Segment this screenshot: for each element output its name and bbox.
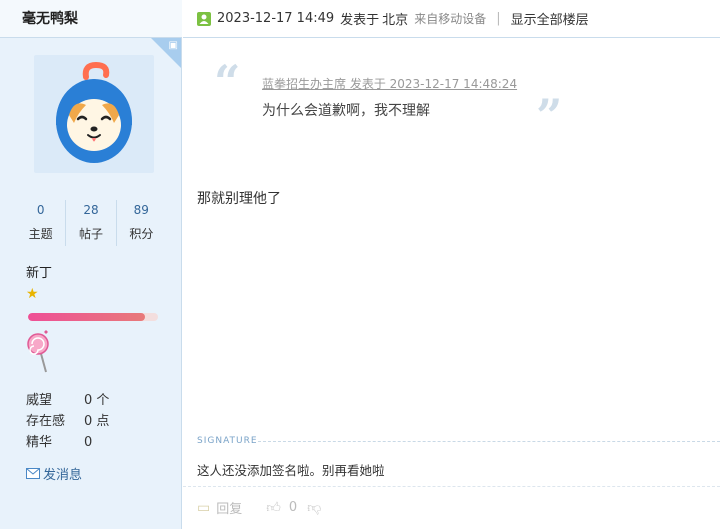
level-progress-bar: [28, 313, 158, 321]
post-content: 那就别理他了: [197, 191, 281, 207]
stat-threads[interactable]: 0 主题: [16, 200, 67, 246]
post-header: 2023-12-17 14:49 发表于 北京 来自移动设备 | 显示全部楼层: [183, 0, 720, 38]
post-date: 2023-12-17 14:49: [217, 11, 335, 26]
send-message-link[interactable]: 发消息: [26, 464, 82, 483]
prop-prestige: 威望 0 个: [26, 390, 109, 411]
user-rank[interactable]: 新丁: [26, 262, 52, 281]
prop-value: 0: [84, 435, 93, 450]
android-icon: ▣: [168, 40, 178, 51]
like-count: 0: [288, 500, 298, 515]
stat-value[interactable]: 89: [117, 200, 166, 220]
avatar[interactable]: [34, 55, 154, 173]
lollipop-medal-icon[interactable]: [26, 330, 52, 378]
online-status-icon: [197, 11, 211, 26]
author-sidebar: 毫无鸭梨 ▣ 0 主题 28 帖子 89 积分 新丁 ★ 威望 0 个 存在感 …: [0, 0, 182, 529]
level-progress-fill: [28, 313, 145, 321]
stat-value[interactable]: 28: [66, 200, 115, 220]
thumbs-down-icon[interactable]: 👎︎: [307, 499, 321, 516]
quote-close-icon: ”: [536, 89, 563, 143]
quote-source-link[interactable]: 蓝拳招生办主席 发表于 2023-12-17 14:48:24: [262, 75, 517, 92]
star-icon: ★: [26, 286, 39, 302]
author-stats: 0 主题 28 帖子 89 积分: [16, 200, 166, 246]
show-all-floors-link[interactable]: 显示全部楼层: [511, 9, 589, 28]
header-separator: |: [496, 11, 501, 26]
quote-text: 为什么会道歉啊，我不理解: [262, 103, 430, 119]
prop-key: 精华: [26, 435, 53, 450]
signature-label: SIGNATURE: [197, 436, 258, 446]
prop-key: 存在感: [26, 414, 66, 429]
prop-key: 威望: [26, 393, 53, 408]
signature-text: 这人还没添加签名啦。别再看她啦: [197, 463, 385, 478]
reply-icon[interactable]: ▭: [197, 500, 210, 516]
stat-posts[interactable]: 28 帖子: [66, 200, 117, 246]
avatar-image: [56, 61, 132, 163]
prop-value: 0 个: [84, 393, 110, 408]
reply-button[interactable]: 回复: [216, 498, 242, 517]
prop-value: 0 点: [84, 414, 110, 429]
author-name[interactable]: 毫无鸭梨: [0, 0, 182, 38]
stat-label: 帖子: [78, 227, 103, 241]
post-device: 来自移动设备: [414, 12, 487, 26]
post-location: 北京: [382, 13, 409, 28]
prop-presence: 存在感 0 点: [26, 411, 109, 432]
stat-label: 主题: [28, 227, 53, 241]
actions-divider: [183, 486, 720, 487]
send-message-label: 发消息: [43, 468, 83, 483]
thumbs-up-icon[interactable]: 👍︎: [266, 499, 281, 516]
user-properties: 威望 0 个 存在感 0 点 精华 0: [26, 390, 109, 453]
stat-label: 积分: [129, 227, 154, 241]
stat-value[interactable]: 0: [16, 200, 65, 220]
signature-divider: [258, 441, 720, 442]
quote-open-icon: “: [214, 55, 241, 109]
envelope-icon: [26, 468, 40, 479]
post-actions: ▭ 回复 👍︎ 0 👎︎: [197, 498, 321, 518]
prop-digest: 精华 0: [26, 432, 109, 453]
posted-in-prefix: 发表于: [340, 13, 380, 28]
stat-points[interactable]: 89 积分: [117, 200, 166, 246]
